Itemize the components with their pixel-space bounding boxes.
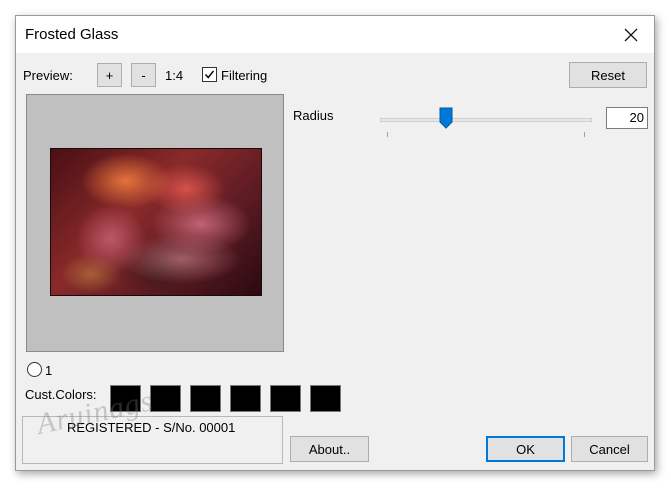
dialog-window: Frosted Glass Preview: + - 1:4 Filtering… bbox=[15, 15, 655, 471]
filtering-label: Filtering bbox=[221, 68, 268, 83]
registration-text: REGISTERED - S/No. 00001 bbox=[67, 420, 236, 435]
custom-color-swatch-1[interactable] bbox=[110, 385, 141, 412]
custom-color-swatch-2[interactable] bbox=[150, 385, 181, 412]
preview-label: Preview: bbox=[23, 68, 73, 83]
custom-color-swatch-5[interactable] bbox=[270, 385, 301, 412]
color-radio-label: 1 bbox=[45, 363, 53, 378]
radius-slider-thumb[interactable] bbox=[439, 107, 453, 129]
preview-image bbox=[50, 148, 262, 296]
reset-button[interactable]: Reset bbox=[569, 62, 647, 88]
filtering-checkbox[interactable] bbox=[202, 67, 217, 82]
zoom-level: 1:4 bbox=[165, 68, 184, 83]
cancel-button[interactable]: Cancel bbox=[571, 436, 648, 462]
zoom-out-button[interactable]: - bbox=[131, 63, 156, 87]
radius-label: Radius bbox=[293, 108, 334, 123]
close-button[interactable] bbox=[608, 16, 654, 53]
window-title: Frosted Glass bbox=[25, 26, 119, 43]
custom-color-swatch-3[interactable] bbox=[190, 385, 221, 412]
radius-input[interactable]: 20 bbox=[606, 107, 648, 129]
title-bar: Frosted Glass bbox=[16, 16, 654, 53]
slider-tick-max bbox=[584, 132, 585, 137]
custom-color-swatch-4[interactable] bbox=[230, 385, 261, 412]
zoom-in-button[interactable]: + bbox=[97, 63, 122, 87]
preview-pane[interactable] bbox=[26, 94, 284, 352]
radius-slider-track[interactable] bbox=[380, 118, 592, 122]
ok-button[interactable]: OK bbox=[486, 436, 565, 462]
custom-color-swatch-6[interactable] bbox=[310, 385, 341, 412]
color-radio[interactable] bbox=[27, 362, 42, 377]
slider-tick-min bbox=[387, 132, 388, 137]
checkmark-icon bbox=[204, 70, 215, 79]
close-icon bbox=[624, 28, 638, 41]
about-button[interactable]: About.. bbox=[290, 436, 369, 462]
cust-colors-label: Cust.Colors: bbox=[25, 387, 97, 402]
